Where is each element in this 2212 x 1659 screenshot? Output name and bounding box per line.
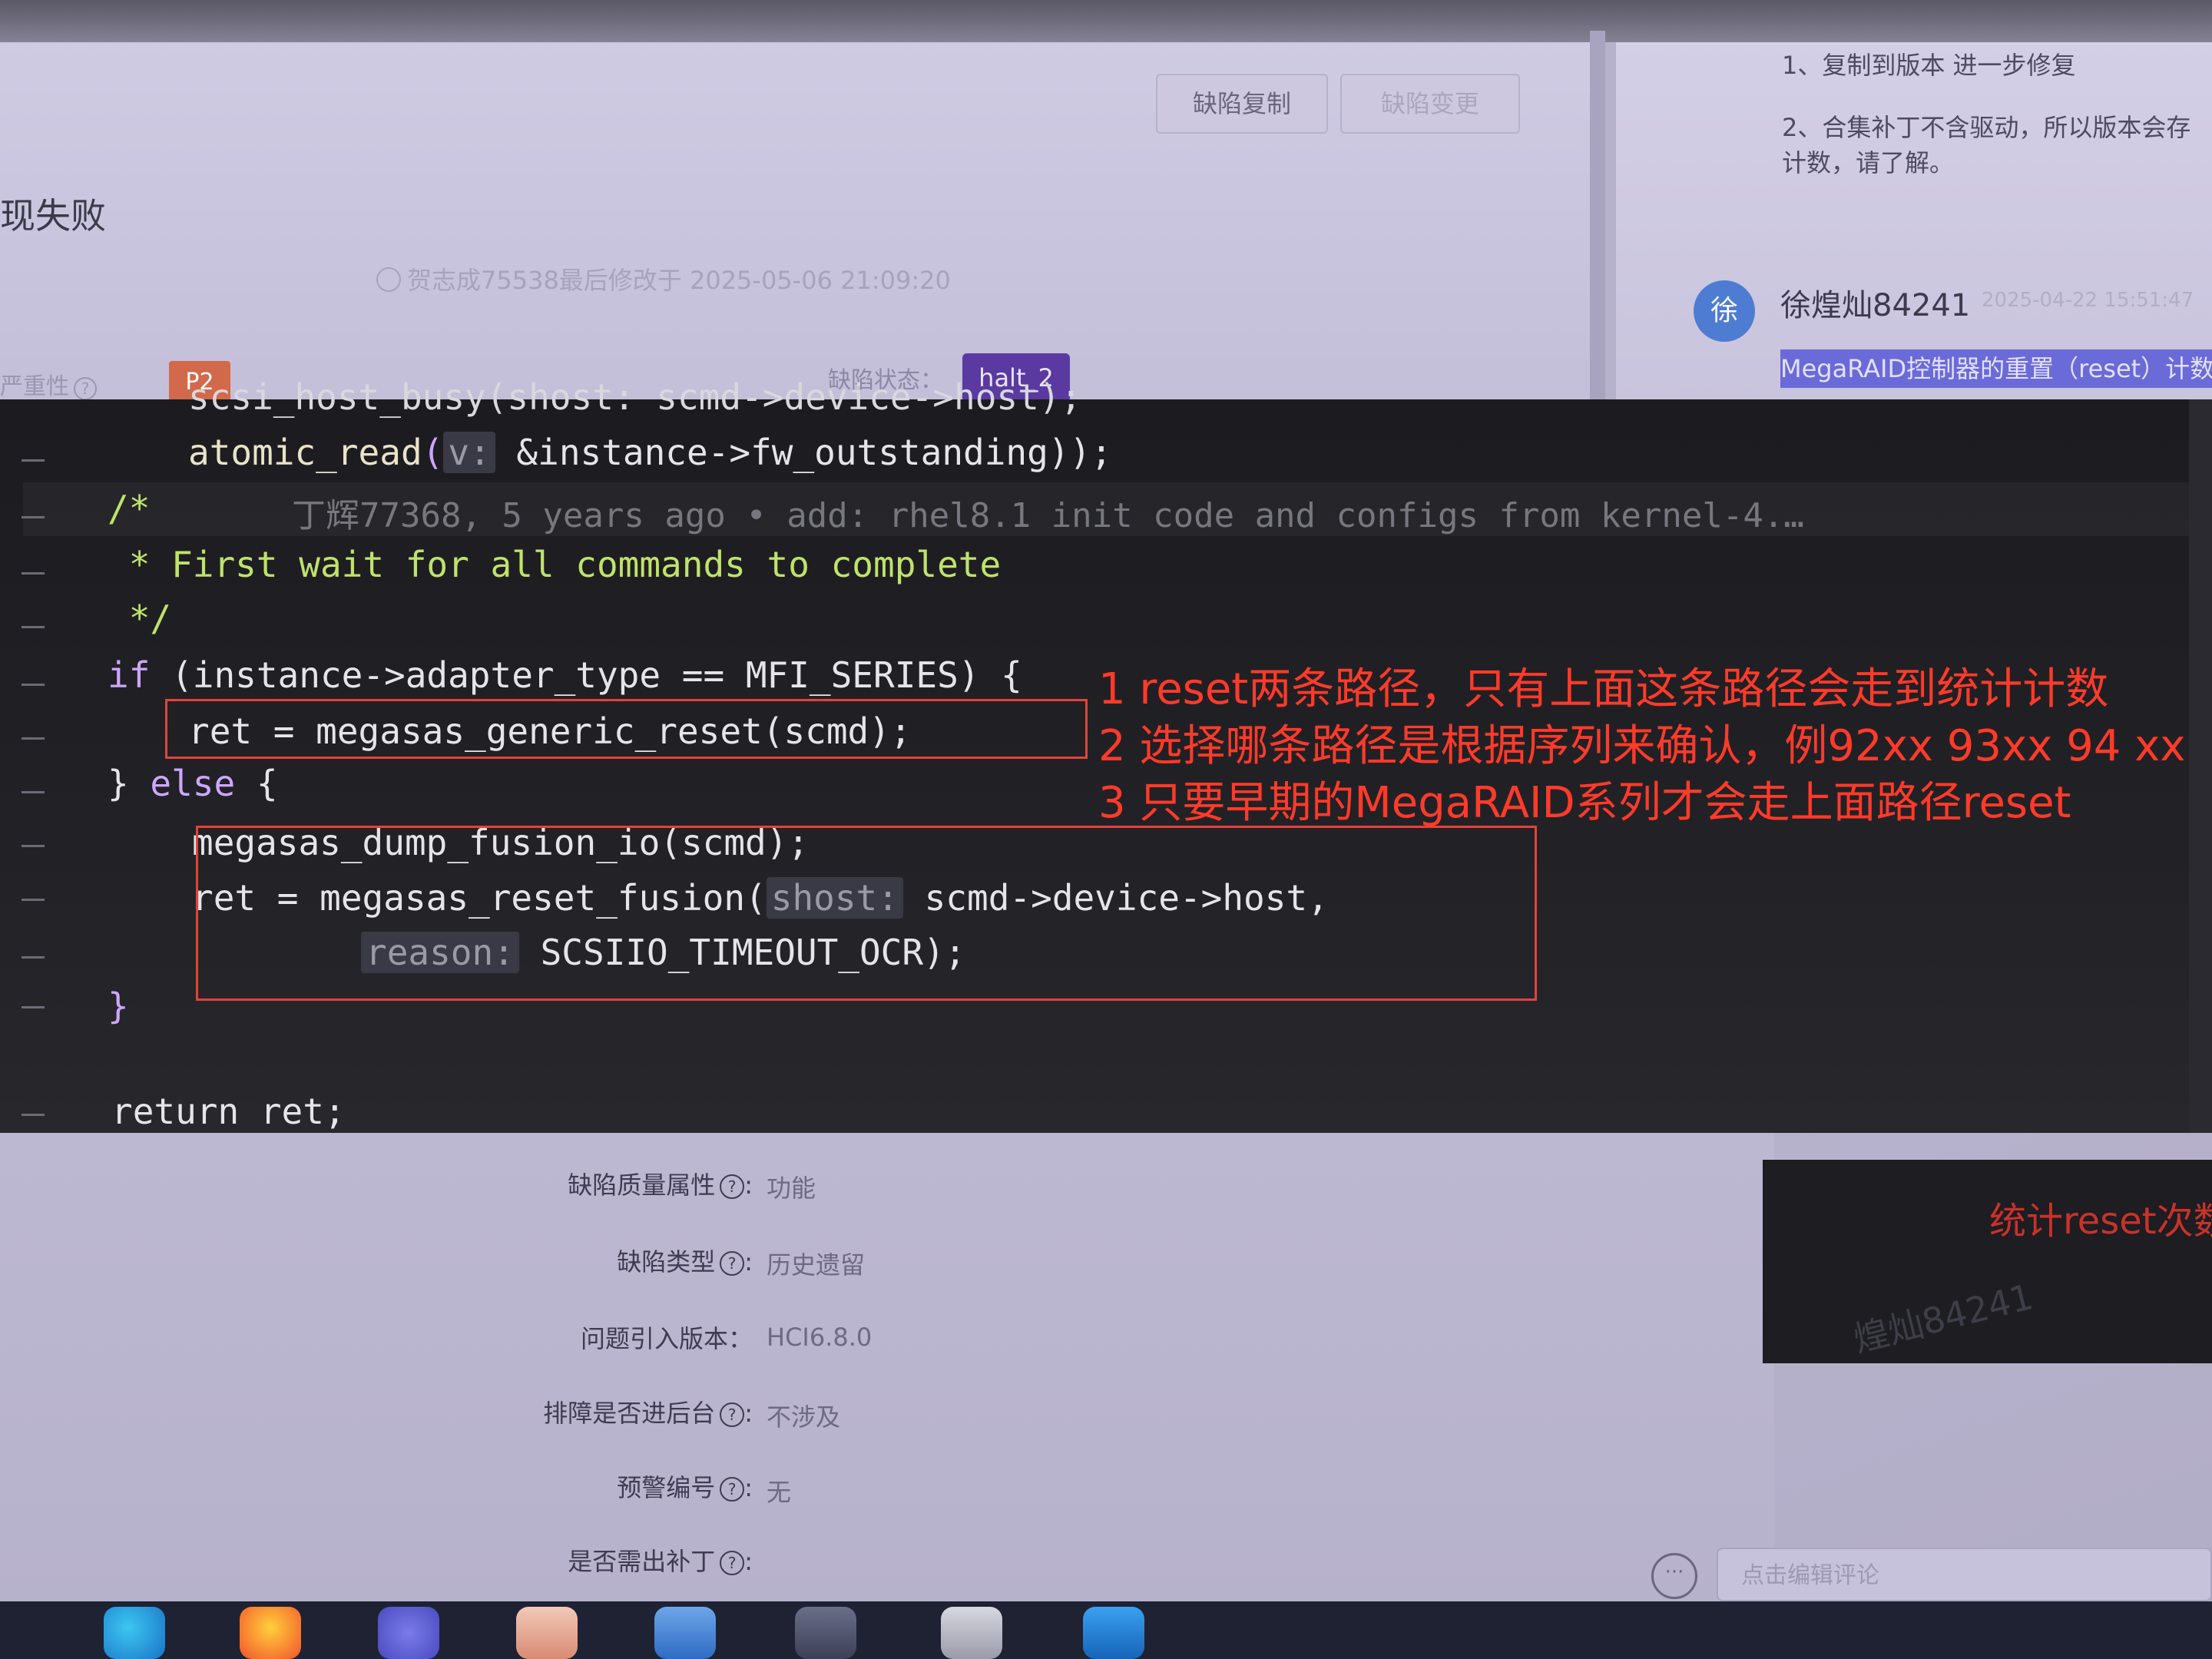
annotation-note-3: 3 只要早期的MegaRAID系列才会走上面路径reset — [1098, 778, 2071, 828]
indent-guide — [22, 572, 45, 575]
terminal-app-icon[interactable] — [795, 1607, 856, 1659]
else-open: { — [235, 763, 278, 804]
indent-guide — [22, 1006, 45, 1008]
network-app-icon[interactable] — [654, 1607, 716, 1659]
indent-guide — [22, 737, 45, 740]
code-line-atomic-read: atomic_read(v: &instance->fw_outstanding… — [188, 432, 1112, 473]
if-condition: (instance->adapter_type == MFI_SERIES) { — [150, 654, 1022, 696]
defect-details-panel — [0, 1133, 1774, 1609]
help-icon[interactable]: ? — [74, 377, 97, 400]
field-label-text: 是否需出补丁 — [568, 1547, 716, 1576]
folder-app-icon[interactable] — [941, 1607, 1002, 1659]
side-card-text: 统计reset次数 — [1989, 1200, 2212, 1243]
field-label-patch: 是否需出补丁?: — [568, 1547, 753, 1576]
if-keyword: if — [108, 654, 151, 696]
modified-info: 贺志成75538最后修改于 2025-05-06 21:09:20 — [376, 261, 951, 296]
code-line-else: } else { — [108, 763, 278, 804]
field-label-version: 问题引入版本： — [580, 1324, 753, 1353]
indent-guide — [22, 1114, 45, 1116]
field-label-text: 排障是否进后台 — [543, 1399, 716, 1428]
clock-icon — [376, 267, 401, 292]
annotation-note-1: 1 reset两条路径，只有上面这条路径会走到统计计数 — [1098, 664, 2109, 714]
code-line-close-brace: } — [108, 985, 129, 1027]
git-blame-annotation[interactable]: 丁辉77368, 5 years ago • add: rhel8.1 init… — [292, 488, 1804, 537]
photo-of-monitor: 缺陷复制 缺陷变更 现失败 贺志成75538最后修改于 2025-05-06 2… — [0, 0, 2212, 1659]
annotation-box-generic-reset — [165, 699, 1088, 759]
comment-body: * First wait for all commands to complet… — [108, 544, 1002, 585]
indent-guide — [22, 516, 45, 518]
indent-guide — [22, 791, 45, 793]
firefox-icon[interactable] — [240, 1607, 301, 1659]
indent-guide — [22, 459, 45, 462]
help-icon[interactable]: ? — [720, 1402, 745, 1427]
field-label-quality: 缺陷质量属性?: — [568, 1171, 753, 1200]
defect-copy-button[interactable]: 缺陷复制 — [1156, 74, 1328, 134]
field-label-text: 预警编号 — [617, 1473, 716, 1502]
indent-guide — [22, 684, 45, 686]
help-icon[interactable]: ? — [720, 1174, 745, 1199]
comment-line-1: 1、复制到版本 进一步修复 — [1782, 51, 2076, 80]
comment-close: */ — [108, 598, 172, 639]
help-icon[interactable]: ? — [720, 1477, 745, 1502]
field-label-backend: 排障是否进后台?: — [543, 1399, 753, 1428]
power-app-icon[interactable] — [378, 1607, 439, 1659]
field-value-version: HCI6.8.0 — [767, 1323, 873, 1352]
indent-guide — [22, 899, 45, 901]
mail-app-icon[interactable] — [516, 1607, 578, 1659]
comment-open: /* — [108, 488, 151, 529]
indent-guide — [22, 956, 45, 959]
comment-time: 2025-04-22 15:51:47 — [1982, 289, 2194, 312]
field-label-text: 缺陷质量属性 — [568, 1171, 716, 1200]
defect-title: 现失败 — [0, 195, 106, 237]
field-label-alert: 预警编号?: — [617, 1473, 753, 1502]
field-label-text: 缺陷类型 — [617, 1247, 716, 1277]
severity-label-text: 严重性 — [0, 373, 69, 400]
field-value-quality: 功能 — [767, 1174, 816, 1203]
field-label-type: 缺陷类型?: — [617, 1247, 753, 1277]
else-keyword: else — [150, 763, 236, 804]
avatar: 徐 — [1694, 280, 1755, 342]
edge-icon[interactable] — [104, 1607, 165, 1659]
indent-guide — [22, 845, 45, 847]
field-value-backend: 不涉及 — [767, 1402, 841, 1432]
help-icon[interactable]: ? — [720, 1251, 745, 1276]
else-brace: } — [108, 763, 151, 804]
comment-input[interactable]: 点击编辑评论 — [1717, 1548, 2212, 1601]
comment-author[interactable]: 徐煌灿84241 — [1780, 280, 1970, 325]
atomic-read-args: &instance->fw_outstanding)); — [495, 432, 1112, 473]
param-hint-v: v: — [443, 432, 495, 473]
code-line-host-busy: scsi_host_busy(shost: scmd->device->host… — [188, 376, 1082, 418]
help-icon[interactable]: ? — [720, 1551, 745, 1575]
atomic-read-fn: atomic_read — [188, 432, 422, 473]
code-line-return: return ret; — [111, 1091, 346, 1132]
severity-label: 严重性? — [0, 367, 97, 401]
annotation-note-2: 2 选择哪条路径是根据序列来确认，例92xx 93xx 94 xx — [1098, 721, 2186, 771]
modified-text: 贺志成75538最后修改于 2025-05-06 21:09:20 — [407, 266, 951, 295]
field-value-type: 历史遗留 — [767, 1250, 866, 1280]
comment-bubble-icon[interactable]: ··· — [1651, 1553, 1697, 1599]
annotation-box-fusion-reset — [196, 826, 1537, 1001]
vscode-icon[interactable] — [1083, 1607, 1144, 1659]
comment-highlight: MegaRAID控制器的重置（reset）计数 — [1780, 349, 2212, 388]
code-line-if: if (instance->adapter_type == MFI_SERIES… — [108, 654, 1022, 696]
field-value-alert: 无 — [767, 1478, 792, 1507]
comment-line-2: 2、合集补丁不含驱动，所以版本会存 计数，请了解。 — [1782, 113, 2191, 177]
indent-guide — [22, 626, 45, 628]
defect-change-button[interactable]: 缺陷变更 — [1340, 74, 1520, 134]
editor-scrollbar[interactable] — [2189, 399, 2212, 1133]
